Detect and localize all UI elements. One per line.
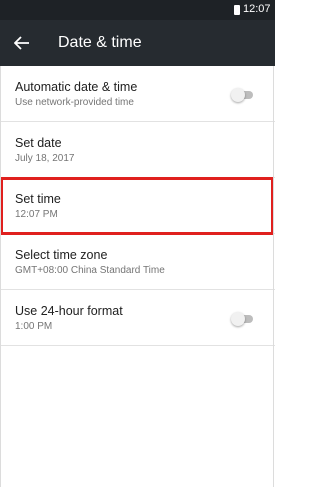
setting-automatic-date-time[interactable]: Automatic date & time Use network-provid…: [0, 66, 275, 122]
setting-title: Automatic date & time: [15, 80, 138, 94]
setting-subtitle: Use network-provided time: [15, 97, 134, 108]
toggle-thumb: [231, 312, 245, 326]
setting-set-time[interactable]: Set time 12:07 PM: [0, 178, 275, 234]
setting-title: Select time zone: [15, 248, 108, 262]
automatic-date-time-toggle[interactable]: [231, 88, 255, 102]
use-24-hour-format-toggle[interactable]: [231, 312, 255, 326]
battery-icon: [234, 5, 240, 15]
back-button[interactable]: [10, 31, 34, 55]
toolbar: Date & time: [0, 20, 275, 66]
setting-title: Set time: [15, 192, 61, 206]
setting-subtitle: GMT+08:00 China Standard Time: [15, 265, 165, 276]
setting-select-time-zone[interactable]: Select time zone GMT+08:00 China Standar…: [0, 234, 275, 290]
page-title: Date & time: [58, 34, 142, 51]
setting-subtitle: July 18, 2017: [15, 153, 75, 164]
setting-subtitle: 12:07 PM: [15, 209, 58, 220]
setting-set-date[interactable]: Set date July 18, 2017: [0, 122, 275, 178]
setting-title: Use 24-hour format: [15, 304, 123, 318]
status-time: 12:07: [243, 3, 271, 15]
right-edge-divider: [273, 66, 274, 487]
status-bar: 12:07: [0, 0, 275, 20]
settings-list: Automatic date & time Use network-provid…: [0, 66, 275, 346]
left-edge-divider: [0, 66, 1, 487]
setting-use-24-hour-format[interactable]: Use 24-hour format 1:00 PM: [0, 290, 275, 346]
toggle-thumb: [231, 88, 245, 102]
setting-title: Set date: [15, 136, 62, 150]
arrow-left-icon: [14, 36, 29, 50]
setting-subtitle: 1:00 PM: [15, 321, 53, 332]
